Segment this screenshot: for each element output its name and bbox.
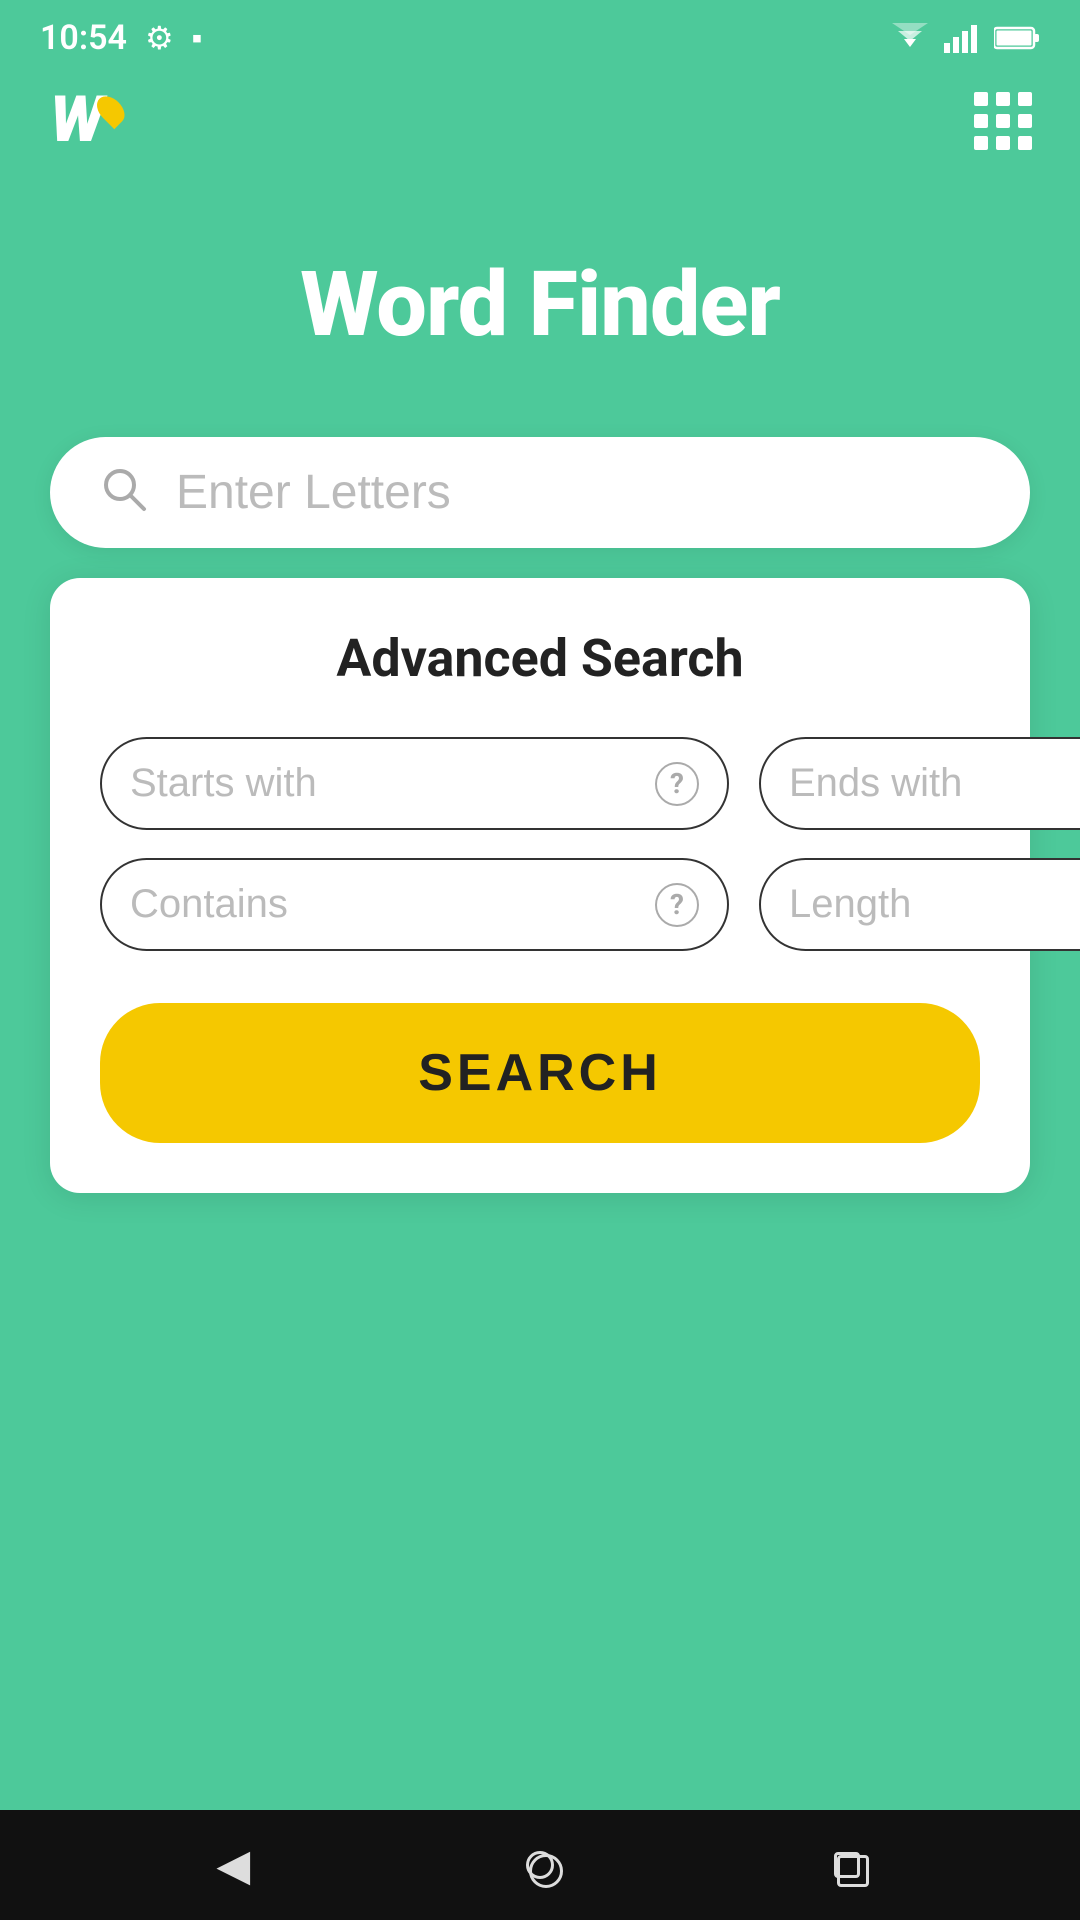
logo-w: W [50, 88, 100, 152]
contains-wrapper[interactable]: ? [100, 858, 729, 951]
status-left: 10:54 ⚙ ▪ [40, 18, 202, 58]
grid-dot [996, 114, 1010, 128]
advanced-row-2: ? ? [100, 858, 980, 951]
grid-dot [974, 92, 988, 106]
home-button[interactable] [510, 1835, 570, 1895]
status-time: 10:54 [40, 18, 127, 58]
menu-grid-icon[interactable] [974, 92, 1030, 148]
main-content: Word Finder Advanced Search ? ? [0, 172, 1080, 1810]
back-button[interactable] [203, 1835, 263, 1895]
logo: W [50, 88, 126, 152]
main-search-bar[interactable] [50, 437, 1030, 548]
bottom-nav [0, 1810, 1080, 1920]
main-search-input[interactable] [176, 465, 980, 520]
ends-with-input[interactable] [789, 761, 1080, 806]
ends-with-wrapper[interactable]: ? [759, 737, 1080, 830]
recents-button[interactable] [817, 1835, 877, 1895]
contains-help-icon[interactable]: ? [655, 883, 699, 927]
app-bar: W [0, 68, 1080, 172]
sd-icon: ▪ [192, 21, 203, 56]
grid-dot [1018, 114, 1032, 128]
contains-input[interactable] [130, 882, 645, 927]
gear-icon: ⚙ [145, 19, 174, 57]
advanced-search-title: Advanced Search [100, 628, 980, 689]
signal-icon [944, 23, 980, 53]
status-bar: 10:54 ⚙ ▪ [0, 0, 1080, 68]
battery-icon [994, 25, 1040, 51]
grid-dot [974, 114, 988, 128]
grid-dot [974, 136, 988, 150]
status-right [890, 23, 1040, 53]
advanced-row-1: ? ? [100, 737, 980, 830]
advanced-search-card: Advanced Search ? ? ? ? SEARCH [50, 578, 1030, 1193]
grid-dot [1018, 136, 1032, 150]
grid-dot [996, 92, 1010, 106]
starts-with-help-icon[interactable]: ? [655, 762, 699, 806]
length-wrapper[interactable]: ? [759, 858, 1080, 951]
grid-dot [996, 136, 1010, 150]
starts-with-input[interactable] [130, 761, 645, 806]
search-icon [100, 465, 148, 520]
page-title: Word Finder [300, 252, 780, 357]
grid-dot [1018, 92, 1032, 106]
length-input[interactable] [789, 882, 1080, 927]
starts-with-wrapper[interactable]: ? [100, 737, 729, 830]
search-button[interactable]: SEARCH [100, 1003, 980, 1143]
wifi-icon [890, 23, 930, 53]
